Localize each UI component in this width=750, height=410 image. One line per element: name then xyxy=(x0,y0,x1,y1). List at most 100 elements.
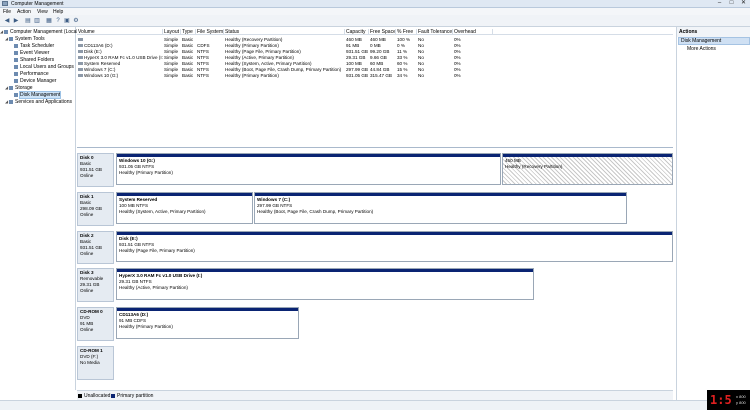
disk-name-text: Disk 3 xyxy=(80,270,94,275)
tree-item-icon xyxy=(14,71,18,76)
tree-item-icon xyxy=(14,92,18,97)
disk-label[interactable]: Disk 2 Basic 931.51 GB Online xyxy=(77,231,114,264)
column-header[interactable]: Free Space xyxy=(369,29,396,35)
column-header[interactable]: Capacity xyxy=(345,29,369,35)
partition-status: Healthy (Primary Partition) xyxy=(119,324,173,329)
volume-icon xyxy=(78,38,83,42)
partition-color-bar xyxy=(117,308,298,311)
tree-item-icon xyxy=(9,99,13,104)
disk-label[interactable]: CD-ROM 1 DVD (F:) No Media xyxy=(77,346,114,380)
more-actions-link[interactable]: More Actions xyxy=(687,46,716,52)
tree-item-label: Computer Management (Local) xyxy=(10,29,80,35)
table-cell: Windows 10 (G:) xyxy=(77,73,163,79)
help-icon[interactable]: ? xyxy=(54,17,62,25)
tray-clock: 1:5 xyxy=(710,393,732,407)
up-folder-icon[interactable]: ▤ xyxy=(24,17,32,25)
disk-state: Online xyxy=(80,212,94,217)
tree-item[interactable]: Task Scheduler xyxy=(14,43,54,49)
volume-icon xyxy=(78,56,83,60)
table-row[interactable]: Windows 10 (G:) Simple Basic NTFS Healthy (P… xyxy=(77,73,673,79)
status-bar xyxy=(0,400,750,410)
tree-item[interactable]: Performance xyxy=(14,71,49,77)
back-icon[interactable]: ◀ xyxy=(3,17,11,25)
partition-block[interactable]: CD113A6 (D:) 91 MB CDFS Healthy (Primary P… xyxy=(116,307,299,339)
column-header[interactable]: Overhead xyxy=(453,29,493,35)
forward-icon[interactable]: ▶ xyxy=(12,17,20,25)
tree-item-label: Shared Folders xyxy=(20,57,55,63)
settings-icon[interactable]: ⚙ xyxy=(72,17,80,25)
partition-info: Disk (E:) 931.51 GB NTFS Healthy (Page Fil… xyxy=(119,236,195,254)
partition-block[interactable]: Windows 10 (G:) 931.05 GB NTFS Healthy (Pr… xyxy=(116,153,501,185)
partition-status: Healthy (Primary Partition) xyxy=(119,170,173,175)
minimize-button[interactable]: – xyxy=(714,0,725,7)
disk-row: Disk 3 Removable 29.31 GB Online HyperX 3.0 … xyxy=(77,268,673,302)
tree-item-label: Task Scheduler xyxy=(20,43,55,49)
disk-name-text: Disk 2 xyxy=(80,233,94,238)
partition-block[interactable]: Windows 7 (C:) 297.99 GB NTFS Healthy (Boo… xyxy=(254,192,627,224)
properties-icon[interactable]: ▦ xyxy=(45,17,53,25)
tree-item-icon xyxy=(14,50,18,55)
column-header[interactable]: Fault Tolerance xyxy=(417,29,453,35)
disk-label[interactable]: Disk 0 Basic 931.51 GB Online xyxy=(77,153,114,187)
disk-state: Online xyxy=(80,327,94,332)
unallocated-swatch xyxy=(78,394,82,398)
partition-info: 460 MB Healthy (Recovery Partition) xyxy=(505,158,562,170)
column-header[interactable]: File System xyxy=(196,29,224,35)
tree-item-label: Storage xyxy=(15,85,33,91)
disk-label[interactable]: Disk 3 Removable 29.31 GB Online xyxy=(77,268,114,302)
legend-primary-partition: Primary partition xyxy=(117,393,154,399)
table-cell: 34 % xyxy=(397,73,408,78)
partition-color-bar xyxy=(503,154,672,157)
tree-item-label: Device Manager xyxy=(20,78,57,84)
tree-item[interactable]: Event Viewer xyxy=(14,50,49,56)
column-header[interactable]: % Free xyxy=(396,29,417,35)
taskbar-tray: 1:5 x 800 y 800 xyxy=(707,390,750,410)
navigation-tree: ◢ Computer Management (Local) ◢ System Tool… xyxy=(0,27,79,390)
partition-block[interactable]: Disk (E:) 931.51 GB NTFS Healthy (Page Fil… xyxy=(116,231,673,262)
disk-row: Disk 1 Basic 298.09 GB Online System Reserve… xyxy=(77,192,673,226)
tree-item[interactable]: System Tools xyxy=(9,36,45,42)
table-cell: 931.05 GB xyxy=(346,73,368,78)
volume-icon xyxy=(78,74,83,78)
tree-item[interactable]: Storage xyxy=(9,85,33,91)
partition-block[interactable]: HyperX 3.0 RAM Fc v1.0 USB Drive (I:) 29.… xyxy=(116,268,534,300)
column-header[interactable]: Type xyxy=(181,29,196,35)
disk-name-text: CD-ROM 1 xyxy=(80,348,103,353)
column-header[interactable]: Volume xyxy=(77,29,163,35)
title-bar: Computer Management – □ ✕ xyxy=(0,0,750,8)
close-button[interactable]: ✕ xyxy=(738,0,749,7)
volume-list-header: Volume Layout Type File System Status Capacit… xyxy=(77,29,673,35)
tree-item[interactable]: Device Manager xyxy=(14,78,56,84)
column-header[interactable]: Layout xyxy=(163,29,181,35)
tree-item[interactable]: Disk Management xyxy=(14,91,62,99)
tree-item-icon xyxy=(9,85,13,90)
maximize-button[interactable]: □ xyxy=(726,0,737,7)
partition-color-bar xyxy=(117,193,252,196)
show-hide-tree-icon[interactable]: ▥ xyxy=(33,17,41,25)
disk-label[interactable]: CD-ROM 0 DVD 91 MB Online xyxy=(77,307,114,341)
volume-icon xyxy=(78,44,83,48)
tree-item[interactable]: Shared Folders xyxy=(14,57,54,63)
volume-icon xyxy=(78,50,83,54)
actions-group-disk-management[interactable]: Disk Management xyxy=(678,37,750,45)
partition-block[interactable]: System Reserved 100 MB NTFS Healthy (Syste… xyxy=(116,192,253,224)
disk-label[interactable]: Disk 1 Basic 298.09 GB Online xyxy=(77,192,114,226)
column-header[interactable]: Status xyxy=(224,29,345,35)
table-cell: 0% xyxy=(454,73,461,78)
volume-name: CD113A6 (D:) xyxy=(84,43,113,48)
partition-color-bar xyxy=(117,269,533,272)
partition-color-bar xyxy=(117,154,500,157)
tree-item[interactable]: Services and Applications xyxy=(9,99,72,105)
tree-item-label: Disk Management xyxy=(18,91,62,99)
volume-list: Volume Layout Type File System Status Capacit… xyxy=(77,27,673,148)
tray-counter-bottom: y 800 xyxy=(736,400,746,405)
volume-icon xyxy=(78,62,83,66)
table-cell: 315.47 GB xyxy=(370,73,392,78)
partition-block[interactable]: 460 MB Healthy (Recovery Partition) xyxy=(502,153,673,185)
view-icon[interactable]: ▣ xyxy=(63,17,71,25)
partition-info: HyperX 3.0 RAM Fc v1.0 USB Drive (I:) 29.… xyxy=(119,273,202,291)
primary-partition-swatch xyxy=(111,394,115,398)
tree-item[interactable]: Local Users and Groups xyxy=(14,64,74,70)
toolbar: ◀ ▶ ▤ ▥ ▦ ? ▣ ⚙ xyxy=(0,15,750,27)
tree-item[interactable]: Computer Management (Local) xyxy=(4,29,79,35)
